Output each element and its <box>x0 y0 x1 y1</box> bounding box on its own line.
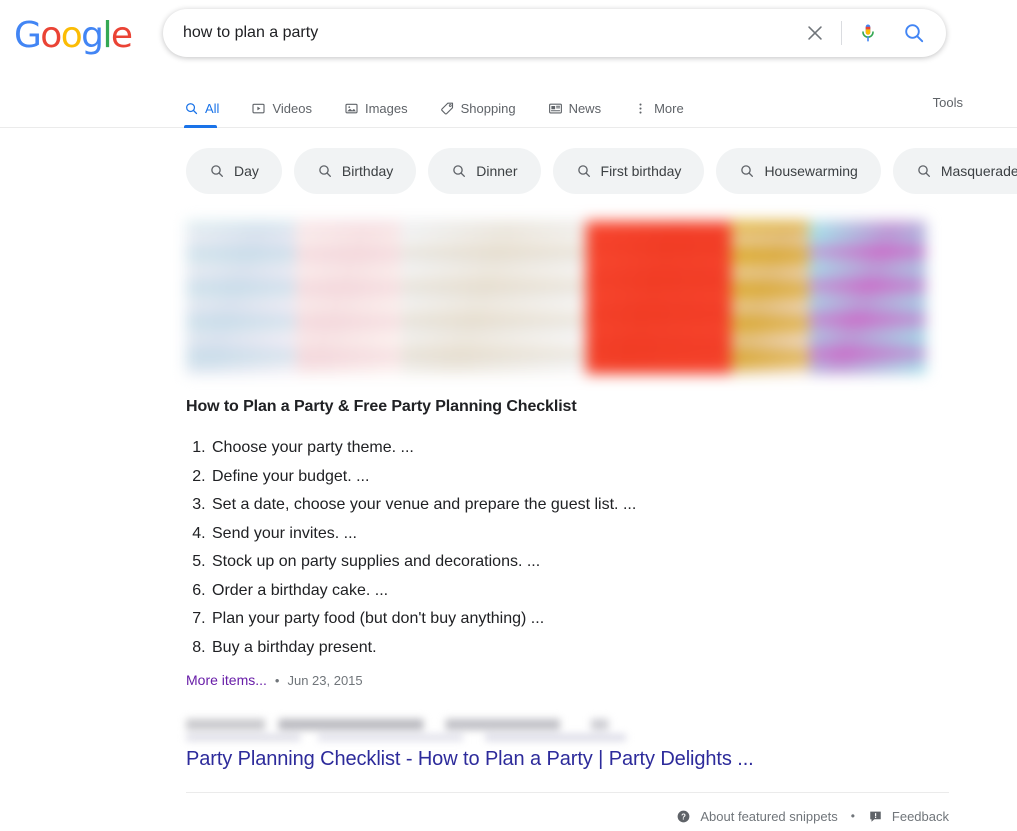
chip-masquerade[interactable]: Masquerade <box>892 148 1017 194</box>
about-label: About featured snippets <box>700 808 838 824</box>
more-items-link[interactable]: More items... <box>186 672 267 688</box>
thumbnail-person-yellow-dress[interactable] <box>731 221 809 374</box>
chip-dinner[interactable]: Dinner <box>428 148 541 194</box>
tag-icon <box>440 101 455 116</box>
separator-dot: • <box>274 673 280 688</box>
video-icon <box>251 101 266 116</box>
url-subtext-line <box>186 734 626 741</box>
search-icon <box>184 101 199 116</box>
featured-snippet-list: Choose your party theme. ...Define your … <box>186 434 636 662</box>
snippet-date: Jun 23, 2015 <box>287 673 363 688</box>
active-tab-underline <box>184 125 218 128</box>
chip-label: Dinner <box>476 163 518 179</box>
result-title-link[interactable]: Party Planning Checklist - How to Plan a… <box>186 744 754 774</box>
chip-birthday[interactable]: Birthday <box>293 148 417 194</box>
chip-housewarming[interactable]: Housewarming <box>716 148 881 194</box>
logo-letter-o1: o <box>40 15 62 56</box>
tab-more[interactable]: More <box>633 101 698 128</box>
thumbnail-pastel-checklist-2[interactable] <box>296 221 401 374</box>
tab-videos[interactable]: Videos <box>251 101 326 128</box>
search-icon <box>916 163 932 179</box>
snippet-list-item: Choose your party theme. ... <box>210 434 636 463</box>
featured-snippet-title: How to Plan a Party & Free Party Plannin… <box>186 398 577 415</box>
snippet-list-item: Stock up on party supplies and decoratio… <box>210 548 636 577</box>
search-icon <box>317 163 333 179</box>
image-icon <box>344 101 359 116</box>
more-vertical-icon <box>633 101 648 116</box>
tab-label: News <box>568 100 602 116</box>
logo-letter-l: l <box>102 15 112 56</box>
svg-text:?: ? <box>681 812 686 821</box>
featured-snippet-footer: ? About featured snippets • Feedback <box>186 792 949 831</box>
chip-label: Birthday <box>341 163 394 179</box>
search-box[interactable] <box>163 9 946 57</box>
help-circle-icon: ? <box>676 809 691 824</box>
close-icon[interactable] <box>793 11 837 55</box>
snippet-list-item: Buy a birthday present. <box>210 634 636 663</box>
newspaper-icon <box>548 101 563 116</box>
tab-label: All <box>205 100 220 116</box>
search-divider <box>841 21 842 45</box>
logo-letter-e: e <box>110 15 133 56</box>
search-submit-icon[interactable] <box>890 11 938 55</box>
chip-label: Masquerade <box>940 163 1017 179</box>
snippet-list-item: Set a date, choose your venue and prepar… <box>210 491 636 520</box>
thumbnail-planner-grid[interactable] <box>401 221 586 374</box>
result-url-blurred <box>186 716 626 744</box>
footer-separator-dot: • <box>850 809 855 823</box>
about-featured-snippets-link[interactable]: ? About featured snippets <box>676 808 838 824</box>
thumbnail-red-poster[interactable] <box>586 221 731 374</box>
search-icon <box>739 163 755 179</box>
tab-images[interactable]: Images <box>344 101 422 128</box>
snippet-list-item: Order a birthday cake. ... <box>210 577 636 606</box>
tab-label: Shopping <box>460 100 516 116</box>
chip-label: Day <box>234 163 259 179</box>
tab-shopping[interactable]: Shopping <box>440 101 530 128</box>
related-search-chips: Day Birthday Dinner First birthday House… <box>186 148 1017 194</box>
search-input[interactable] <box>163 11 793 55</box>
tab-label: Videos <box>272 100 312 116</box>
thumbnail-cyan-party-poster[interactable] <box>809 221 926 374</box>
feedback-flag-icon <box>868 809 883 824</box>
search-header: Google how to plan a party All Videos Im… <box>0 0 1017 128</box>
tab-all[interactable]: All <box>184 101 233 128</box>
search-icon <box>209 163 225 179</box>
snippet-list-item: Define your budget. ... <box>210 463 636 492</box>
featured-snippet-image-strip[interactable] <box>186 221 926 374</box>
snippet-list-item: Send your invites. ... <box>210 520 636 549</box>
logo-letter-g: g <box>81 15 104 56</box>
feedback-link[interactable]: Feedback <box>868 809 949 824</box>
more-items-row: More items... • Jun 23, 2015 <box>186 672 363 688</box>
search-tabs: All Videos Images Shopping News More <box>184 88 716 128</box>
google-logo[interactable]: Google <box>14 15 133 56</box>
tab-label: Images <box>364 100 408 116</box>
snippet-list-item: Plan your party food (but don't buy anyt… <box>210 605 636 634</box>
tools-button[interactable]: Tools <box>933 95 963 110</box>
tab-label: More <box>654 100 684 116</box>
chip-label: Housewarming <box>764 163 858 179</box>
url-text-line <box>186 719 626 730</box>
logo-letter-o2: o <box>60 15 83 56</box>
chip-first-birthday[interactable]: First birthday <box>552 148 705 194</box>
tab-news[interactable]: News <box>548 101 616 128</box>
microphone-icon[interactable] <box>846 11 890 55</box>
search-icon <box>576 163 592 179</box>
feedback-label: Feedback <box>891 808 949 824</box>
search-icon <box>451 163 467 179</box>
thumbnail-pastel-checklist-1[interactable] <box>186 221 296 374</box>
logo-letter-G: G <box>14 15 42 56</box>
chip-day[interactable]: Day <box>186 148 282 194</box>
chip-label: First birthday <box>600 163 682 179</box>
